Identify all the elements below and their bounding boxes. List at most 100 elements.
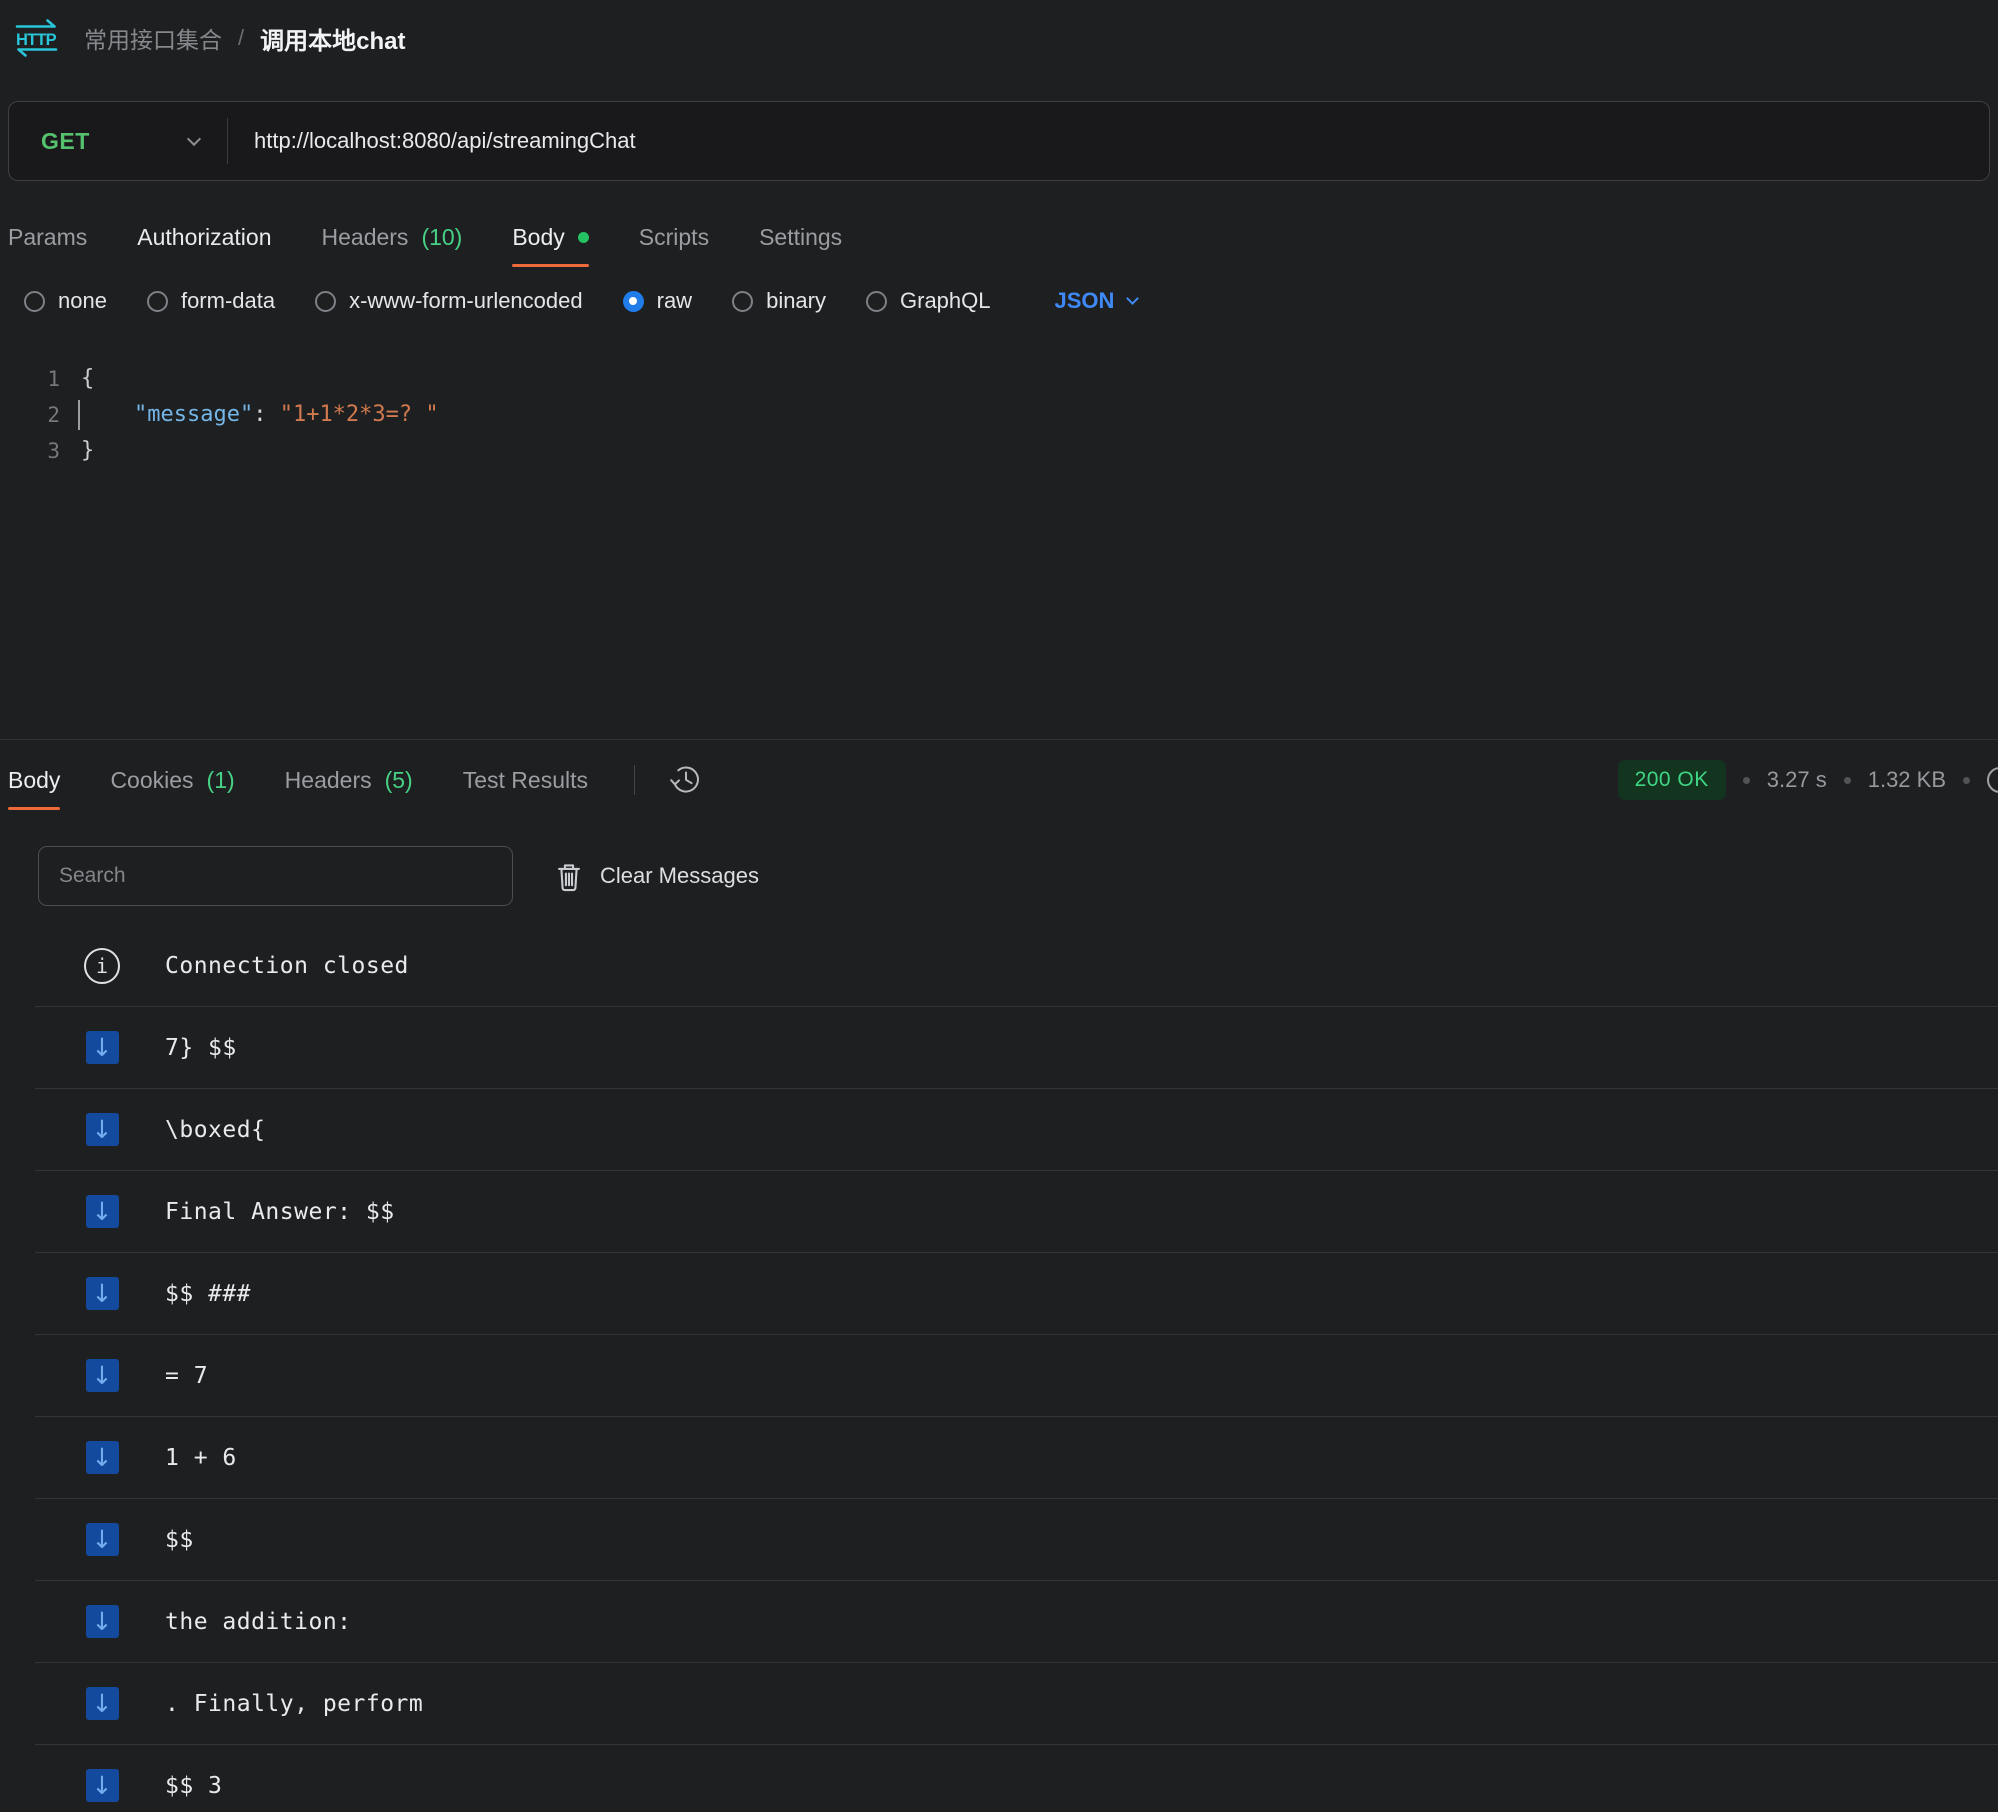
request-tab-params[interactable]: Params <box>8 207 87 267</box>
code-token: } <box>81 438 94 463</box>
message-row[interactable]: ↓ 7} $$ <box>35 1007 1998 1089</box>
line-content: "message": "1+1*2*3=? " <box>78 397 439 433</box>
separator-dot <box>1963 777 1970 784</box>
message-icon-cell: ↓ <box>84 1605 120 1638</box>
request-tab-headers[interactable]: Headers(10) <box>322 207 463 267</box>
clear-messages-button[interactable]: Clear Messages <box>600 863 759 889</box>
tab-label: Params <box>8 224 87 251</box>
code-token: "message" <box>134 402 253 427</box>
tab-label: Settings <box>759 224 842 251</box>
code-token: { <box>81 366 94 391</box>
message-row[interactable]: ↓Final Answer: $$ <box>35 1171 1998 1253</box>
line-content: { <box>78 361 94 397</box>
request-tab-settings[interactable]: Settings <box>759 207 842 267</box>
editor-line[interactable]: 3} <box>0 433 1998 469</box>
message-row[interactable]: ↓. Finally, perform <box>35 1663 1998 1745</box>
message-text: $$ ### <box>165 1281 251 1307</box>
editor-line[interactable]: 2 "message": "1+1*2*3=? " <box>0 397 1998 433</box>
body-type-graphql[interactable]: GraphQL <box>866 288 991 314</box>
response-tab-headers[interactable]: Headers(5) <box>285 740 413 820</box>
breadcrumb-collection[interactable]: 常用接口集合 <box>84 21 222 55</box>
message-row[interactable]: ↓ the addition: <box>35 1581 1998 1663</box>
response-tab-test-results[interactable]: Test Results <box>463 740 588 820</box>
response-tab-cookies[interactable]: Cookies(1) <box>110 740 234 820</box>
search-input[interactable] <box>38 846 513 906</box>
breadcrumb-endpoint: 调用本地chat <box>260 21 405 56</box>
down-arrow-glyph: ↓ <box>92 1691 113 1716</box>
message-row[interactable]: ↓$$ <box>35 1499 1998 1581</box>
response-tabs: Body Cookies(1) Headers(5) Test Results <box>8 740 588 820</box>
message-icon-cell: ↓ <box>84 1113 120 1146</box>
message-row[interactable]: ↓$$ 3 <box>35 1745 1998 1812</box>
body-type-binary[interactable]: binary <box>732 288 826 314</box>
separator-dot <box>1743 777 1750 784</box>
text-cursor <box>78 400 80 430</box>
tab-label: Body <box>8 767 60 794</box>
request-tabs: Params Authorization Headers(10) Body Script… <box>8 207 1998 267</box>
down-arrow-glyph: ↓ <box>92 1035 113 1060</box>
message-row[interactable]: ↓ $$ ### <box>35 1253 1998 1335</box>
radio-icon <box>24 291 45 312</box>
down-arrow-glyph: ↓ <box>92 1445 113 1470</box>
tab-label: Cookies <box>110 767 193 794</box>
chevron-down-icon <box>1127 292 1140 305</box>
down-arrow-glyph: ↓ <box>92 1527 113 1552</box>
line-number: 1 <box>0 361 60 397</box>
down-arrow-glyph: ↓ <box>92 1281 113 1306</box>
message-text: Connection closed <box>165 953 409 979</box>
body-type-bar: none form-data x-www-form-urlencoded raw bin… <box>24 281 1998 321</box>
body-type-none[interactable]: none <box>24 288 107 314</box>
message-text: Final Answer: $$ <box>165 1199 395 1225</box>
message-text-italic: ### <box>208 1281 251 1307</box>
response-size: 1.32 KB <box>1868 767 1946 793</box>
tab-label: Headers <box>322 224 409 251</box>
api-client-window: HTTP 常用接口集合 / 调用本地chat GET http://localh… <box>0 0 1998 1812</box>
response-time: 3.27 s <box>1767 767 1827 793</box>
line-content: } <box>78 433 94 469</box>
message-icon-cell: ↓ <box>84 1359 120 1392</box>
radio-icon <box>147 291 168 312</box>
code-token: "1+1*2*3=? " <box>280 402 439 427</box>
response-status: 200 OK 3.27 s 1.32 KB <box>1618 740 1998 820</box>
history-icon[interactable] <box>669 763 703 797</box>
chevron-down-icon <box>187 131 201 145</box>
separator-dot <box>1844 777 1851 784</box>
download-icon: ↓ <box>86 1605 119 1638</box>
editor-line[interactable]: 1{ <box>0 361 1998 397</box>
body-type-raw[interactable]: raw <box>623 288 692 314</box>
trash-icon[interactable] <box>555 861 583 892</box>
request-tab-scripts[interactable]: Scripts <box>639 207 709 267</box>
request-tab-authorization[interactable]: Authorization <box>137 207 271 267</box>
request-tab-body[interactable]: Body <box>512 207 588 267</box>
line-number: 3 <box>0 433 60 469</box>
down-arrow-glyph: ↓ <box>92 1773 113 1798</box>
body-type-form-data[interactable]: form-data <box>147 288 275 314</box>
method-select[interactable]: GET <box>9 128 227 155</box>
body-type-x-www-form-urlencoded[interactable]: x-www-form-urlencoded <box>315 288 583 314</box>
message-list: iConnection closed↓7} $$↓\boxed{↓Final A… <box>35 925 1998 1812</box>
tab-label: Test Results <box>463 767 588 794</box>
modified-dot-icon <box>578 232 589 243</box>
breadcrumb: HTTP 常用接口集合 / 调用本地chat <box>0 0 1998 76</box>
message-icon-cell: ↓ <box>84 1523 120 1556</box>
response-tab-body[interactable]: Body <box>8 740 60 820</box>
download-icon: ↓ <box>86 1769 119 1802</box>
message-row[interactable]: ↓1 + 6 <box>35 1417 1998 1499</box>
message-row[interactable]: ↓\boxed{ <box>35 1089 1998 1171</box>
request-body-editor[interactable]: 1{2 "message": "1+1*2*3=? "3} <box>0 361 1998 469</box>
radio-label: x-www-form-urlencoded <box>349 288 583 314</box>
clipped-icon <box>1987 767 1998 793</box>
tab-label: Authorization <box>137 224 271 251</box>
content-type-select[interactable]: JSON <box>1055 288 1138 314</box>
breadcrumb-separator: / <box>238 25 244 51</box>
url-input[interactable]: http://localhost:8080/api/streamingChat <box>254 128 636 154</box>
message-row[interactable]: iConnection closed <box>35 925 1998 1007</box>
radio-icon <box>866 291 887 312</box>
divider <box>227 118 228 164</box>
response-header: Body Cookies(1) Headers(5) Test Results 200… <box>0 740 1998 820</box>
message-row[interactable]: ↓= 7 <box>35 1335 1998 1417</box>
message-text: the addition: <box>165 1609 352 1635</box>
message-text: 7} $$ <box>165 1035 237 1061</box>
radio-label: GraphQL <box>900 288 991 314</box>
tab-label: Headers <box>285 767 372 794</box>
